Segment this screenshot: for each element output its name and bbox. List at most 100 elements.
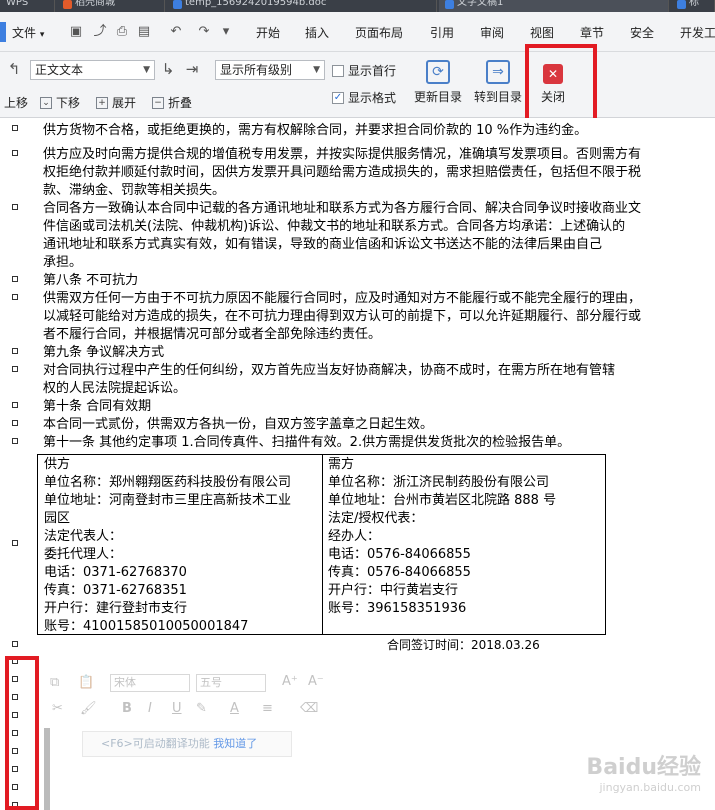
tab-label: 稻壳商城 <box>75 0 115 8</box>
outline-bullet[interactable] <box>12 125 18 131</box>
outline-bullet[interactable] <box>12 348 18 354</box>
menu-insert[interactable]: 插入 <box>305 24 329 41</box>
copy-icon[interactable]: ⧉ <box>50 675 59 690</box>
print-icon[interactable]: ⎙ <box>114 24 130 40</box>
promote-icon[interactable]: ↰ <box>6 61 22 77</box>
style-select[interactable]: 正文文本 ▼ <box>30 60 155 80</box>
menu-review[interactable]: 审阅 <box>480 24 504 41</box>
minus-icon: − <box>152 96 164 109</box>
show-format-checkbox[interactable]: ✓ 显示格式 <box>332 89 396 106</box>
plus-icon: + <box>96 96 108 109</box>
hint-dismiss-link[interactable]: 我知道了 <box>213 737 257 750</box>
shrink-font-icon[interactable]: A⁻ <box>308 674 324 689</box>
outline-bullet[interactable] <box>12 402 18 408</box>
goto-toc-icon: ⇒ <box>486 60 510 84</box>
highlight-icon[interactable]: ✎ <box>196 701 207 716</box>
collapse-button[interactable]: − 折叠 <box>152 94 192 111</box>
move-down-label: 下移 <box>56 96 81 110</box>
tab-label: 标 <box>689 0 699 8</box>
buyer-cell-line: 单位名称：浙江济民制药股份有限公司 <box>328 475 550 490</box>
grow-font-icon[interactable]: A⁺ <box>282 674 298 689</box>
demote-icon[interactable]: ↳ <box>160 61 176 77</box>
menu-security[interactable]: 安全 <box>630 24 654 41</box>
doc-line: 以减轻可能给对方造成的损失，在不可抗力理由得到双方认可的前提下，可以允许延期履行… <box>43 309 642 324</box>
italic-icon[interactable]: I <box>148 701 152 716</box>
align-icon[interactable]: ≡ <box>262 701 273 716</box>
tab-extra[interactable]: 标 <box>671 0 715 12</box>
style-select-value: 正文文本 <box>35 63 84 77</box>
contract-party-table: 供方 单位名称：郑州翱翔医药科技股份有限公司 单位地址：河南登封市三里庄高新技术… <box>37 454 606 635</box>
preview-icon[interactable]: ▤ <box>136 24 152 40</box>
move-up-button[interactable]: 上移 <box>4 94 28 111</box>
menu-edge <box>0 22 6 42</box>
bold-icon[interactable]: B <box>122 701 132 716</box>
doc-icon <box>445 0 454 9</box>
level-select[interactable]: 显示所有级别 ▼ <box>215 60 325 80</box>
redo-icon[interactable]: ↷ <box>196 24 212 40</box>
goto-toc-button[interactable]: ⇒ 转到目录 <box>472 58 524 112</box>
watermark-brand: Baidu经验 <box>586 755 701 780</box>
menu-references[interactable]: 引用 <box>430 24 454 41</box>
level-select-value: 显示所有级别 <box>220 63 293 77</box>
doc-line: 款、滞纳金、罚款等相关损失。 <box>43 183 226 198</box>
export-icon[interactable]: ⤴ <box>92 24 108 40</box>
buyer-cell-line: 传真：0576-84066855 <box>328 565 471 580</box>
outline-toolbar: ↰ 正文文本 ▼ ↳ ⇥ 显示所有级别 ▼ 显示首行 ✓ 显示格式 ⟳ 更新目录 ⇒ 转到… <box>0 52 715 118</box>
tab-label: 文字文稿1 <box>457 0 504 8</box>
doc-line: 第十一条 其他约定事项 1.合同传真件、扫描件有效。2.供方需提供发货批次的检验… <box>43 435 571 450</box>
cut-icon[interactable]: ✂ <box>52 701 63 716</box>
outline-bullet[interactable] <box>12 276 18 282</box>
highlight-close-box <box>525 44 597 126</box>
menu-developer[interactable]: 开发工 <box>680 24 715 41</box>
tab-wps[interactable]: WPS <box>0 0 55 12</box>
font-size-select[interactable]: 五号 <box>196 674 266 692</box>
font-select[interactable]: 宋体 <box>110 674 190 692</box>
paste-icon[interactable]: 📋 <box>78 675 94 690</box>
supplier-cell-line: 园区 <box>44 511 71 526</box>
chevron-down-icon[interactable]: ▾ <box>218 24 234 40</box>
menu-section[interactable]: 章节 <box>580 24 604 41</box>
show-first-line-checkbox[interactable]: 显示首行 <box>332 62 396 79</box>
clear-format-icon[interactable]: ⌫ <box>300 701 318 716</box>
menu-view[interactable]: 视图 <box>530 24 554 41</box>
demote-to-body-icon[interactable]: ⇥ <box>184 61 200 77</box>
docer-icon <box>63 0 72 9</box>
outline-bullet[interactable] <box>12 540 18 546</box>
underline-icon[interactable]: U <box>172 701 182 716</box>
refresh-toc-icon: ⟳ <box>426 60 450 84</box>
chevron-down-icon: ⌄ <box>40 96 52 109</box>
outline-bullet[interactable] <box>12 204 18 210</box>
outline-bullet[interactable] <box>12 366 18 372</box>
undo-icon[interactable]: ↶ <box>168 24 184 40</box>
watermark-sub: jingyan.baidu.com <box>599 781 701 794</box>
font-select-value: 宋体 <box>114 676 136 689</box>
save-icon[interactable]: ▣ <box>68 24 84 40</box>
update-toc-label: 更新目录 <box>413 90 462 104</box>
tab-docer[interactable]: 稻壳商城 <box>57 0 165 12</box>
supplier-cell-line: 单位名称：郑州翱翔医药科技股份有限公司 <box>44 475 292 490</box>
outline-bullet[interactable] <box>12 294 18 300</box>
outline-bullet[interactable] <box>12 150 18 156</box>
font-color-icon[interactable]: A <box>230 701 239 716</box>
doc-line: 供方货物不合格，或拒绝更换的，需方有权解除合同，并要求担合同价款的 10 %作为… <box>43 123 588 138</box>
doc-line: 本合同一式贰份，供需双方各执一份，自双方签字盖章之日起生效。 <box>43 417 434 432</box>
format-painter-icon[interactable]: 🖌 <box>80 701 97 716</box>
outline-bullet[interactable] <box>12 641 18 647</box>
menu-home[interactable]: 开始 <box>256 24 280 41</box>
hint-text: <F6>可启动翻译功能 <box>101 737 210 750</box>
tab-blank-doc[interactable]: 文字文稿1 <box>439 0 669 12</box>
document-area: 供方货物不合格，或拒绝更换的，需方有权解除合同，并要求担合同价款的 10 %作为… <box>0 118 715 810</box>
doc-line: 合同各方一致确认本合同中记载的各方通讯地址和联系方式为各方履行合同、解决合同争议… <box>43 201 642 216</box>
tab-document[interactable]: temp_1569242019594b.doc <box>167 0 437 12</box>
doc-icon <box>677 0 686 9</box>
outline-bullet[interactable] <box>12 420 18 426</box>
menu-page-layout[interactable]: 页面布局 <box>355 24 403 41</box>
outline-bullet[interactable] <box>12 438 18 444</box>
doc-line: 第十条 合同有效期 <box>43 399 152 414</box>
update-toc-button[interactable]: ⟳ 更新目录 <box>412 58 464 112</box>
supplier-cell-line: 单位地址：河南登封市三里庄高新技术工业 <box>44 493 292 508</box>
menu-file[interactable]: 文件 ▾ <box>12 24 44 41</box>
expand-button[interactable]: + 展开 <box>96 94 136 111</box>
checkbox-icon <box>332 64 344 77</box>
move-down-button[interactable]: ⌄ 下移 <box>40 94 80 111</box>
